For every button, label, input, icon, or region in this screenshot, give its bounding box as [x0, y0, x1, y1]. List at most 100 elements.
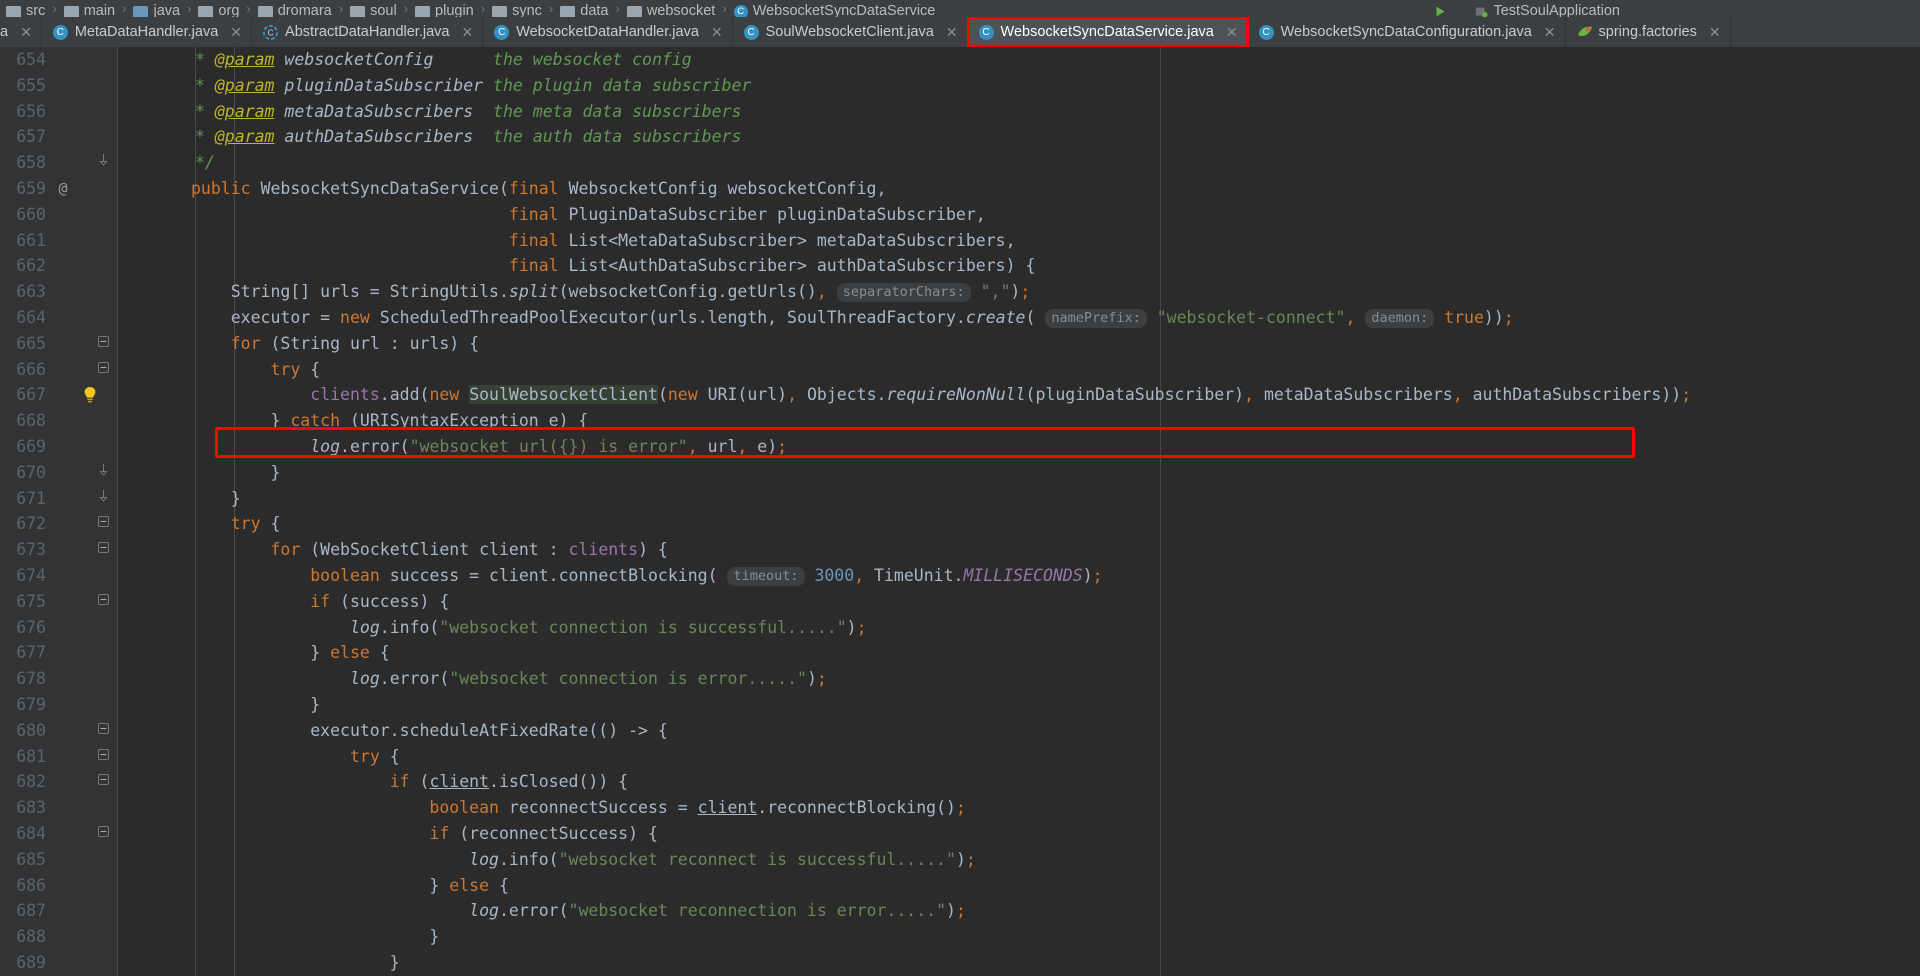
breadcrumb-item-soul[interactable]: soul [350, 1, 397, 17]
code-line-highlighted[interactable]: clients.add(new SoulWebsocketClient(new … [118, 382, 1920, 408]
breadcrumb-item-class[interactable]: C WebsocketSyncDataService [733, 1, 935, 17]
code-line[interactable]: boolean success = client.connectBlocking… [118, 563, 1920, 589]
code-line[interactable]: } [118, 692, 1920, 718]
intention-bulb-icon[interactable] [82, 386, 98, 404]
folder-icon [560, 5, 576, 17]
code-line[interactable]: boolean reconnectSuccess = client.reconn… [118, 795, 1920, 821]
annotation-marker-icon[interactable]: @ [52, 176, 74, 202]
line-number: 655 [16, 75, 46, 95]
breadcrumb-item-org[interactable]: org [198, 1, 239, 17]
breadcrumb[interactable]: src › main › java › org › dromara › soul… [0, 0, 1920, 17]
code-line[interactable]: */ [118, 150, 1920, 176]
code-line[interactable]: try { [118, 357, 1920, 383]
line-number: 677 [16, 643, 46, 663]
fold-collapse-icon[interactable] [96, 769, 110, 795]
code-line[interactable]: executor = new ScheduledThreadPoolExecut… [118, 305, 1920, 331]
code-line[interactable]: } catch (URISyntaxException e) { [118, 408, 1920, 434]
fold-collapse-icon[interactable] [96, 589, 110, 615]
breadcrumb-item-data[interactable]: data [560, 1, 608, 17]
tab-websocketdatahandler[interactable]: C WebsocketDataHandler.java ✕ [483, 17, 733, 47]
code-line[interactable]: log.error("websocket reconnection is err… [118, 898, 1920, 924]
close-icon[interactable]: ✕ [1226, 24, 1238, 41]
line-number: 687 [16, 901, 46, 921]
code-line[interactable]: final List<AuthDataSubscriber> authDataS… [118, 253, 1920, 279]
code-line[interactable]: final List<MetaDataSubscriber> metaDataS… [118, 228, 1920, 254]
tab-spring-factories[interactable]: spring.factories ✕ [1565, 17, 1731, 47]
code-line[interactable]: * @param websocketConfig the websocket c… [118, 47, 1920, 73]
fold-collapse-icon[interactable] [96, 744, 110, 770]
code-line[interactable]: try { [118, 744, 1920, 770]
breadcrumb-item-main[interactable]: main [63, 1, 116, 18]
code-line[interactable]: } [118, 486, 1920, 512]
code-line[interactable]: if (client.isClosed()) { [118, 769, 1920, 795]
editor-tab-bar[interactable]: a ✕ C MetaDataHandler.java ✕ C AbstractD… [0, 17, 1920, 47]
code-line[interactable]: } else { [118, 873, 1920, 899]
breadcrumb-item-src[interactable]: src [6, 1, 45, 17]
folder-icon [6, 5, 21, 17]
code-line[interactable]: if (reconnectSuccess) { [118, 821, 1920, 847]
breadcrumb-item-dromara[interactable]: dromara [257, 1, 332, 17]
fold-collapse-icon[interactable] [96, 511, 110, 537]
code-line[interactable]: log.info("websocket reconnect is success… [118, 847, 1920, 873]
run-icon [1436, 6, 1445, 17]
close-icon[interactable]: ✕ [946, 24, 958, 41]
code-editor[interactable]: 654 655 656 657 658 659 @660 661 662 663 664 665 666… [0, 47, 1920, 976]
fold-collapse-icon[interactable] [96, 537, 110, 563]
breadcrumb-item-websocket[interactable]: websocket [626, 1, 715, 17]
code-line[interactable]: log.info("websocket connection is succes… [118, 615, 1920, 641]
svg-text:C: C [267, 27, 273, 37]
code-line[interactable]: * @param metaDataSubscribers the meta da… [118, 99, 1920, 125]
fold-end-icon[interactable] [96, 150, 110, 176]
close-icon[interactable]: ✕ [230, 24, 242, 41]
breadcrumb-label: soul [370, 2, 397, 18]
close-icon[interactable]: ✕ [1544, 24, 1556, 41]
fold-collapse-icon[interactable] [96, 357, 110, 383]
fold-collapse-icon[interactable] [96, 331, 110, 357]
fold-end-icon[interactable] [96, 486, 110, 512]
code-line[interactable]: log.error("websocket connection is error… [118, 666, 1920, 692]
code-line[interactable]: } [118, 924, 1920, 950]
tab-abstractdatahandler[interactable]: C AbstractDataHandler.java ✕ [252, 17, 484, 47]
code-line[interactable]: String[] urls = StringUtils.split(websoc… [118, 279, 1920, 305]
breadcrumb-item-plugin[interactable]: plugin [415, 1, 474, 17]
tab-websocketsyncdataservice[interactable]: C WebsocketSyncDataService.java ✕ [966, 17, 1249, 47]
breadcrumb-item-sync[interactable]: sync [492, 1, 542, 17]
code-line[interactable]: log.error("websocket url({}) is error", … [118, 434, 1920, 460]
tab-soulwebsocketclient[interactable]: C SoulWebsocketClient.java ✕ [732, 17, 968, 47]
fold-collapse-icon[interactable] [96, 718, 110, 744]
breadcrumb-separator: › [480, 1, 486, 16]
run-configuration-label: TestSoulApplication [1493, 2, 1620, 18]
fold-end-icon[interactable] [96, 460, 110, 486]
code-line[interactable]: } [118, 460, 1920, 486]
close-icon[interactable]: ✕ [711, 24, 723, 41]
code-line[interactable]: public WebsocketSyncDataService(final We… [118, 176, 1920, 202]
code-line[interactable]: for (WebSocketClient client : clients) { [118, 537, 1920, 563]
code-line[interactable]: * @param authDataSubscribers the auth da… [118, 124, 1920, 150]
close-icon[interactable]: ✕ [1709, 24, 1721, 41]
ide-window: src › main › java › org › dromara › soul… [0, 0, 1920, 976]
code-line[interactable]: * @param pluginDataSubscriber the plugin… [118, 73, 1920, 99]
breadcrumb-separator: › [615, 1, 620, 16]
code-content[interactable]: * @param websocketConfig the websocket c… [118, 47, 1920, 976]
run-button[interactable] [1434, 2, 1447, 17]
fold-collapse-icon[interactable] [96, 821, 110, 847]
tab-websocketsyncdataconfiguration[interactable]: C WebsocketSyncDataConfiguration.java ✕ [1247, 17, 1566, 47]
folder-source-icon [133, 5, 149, 17]
close-icon[interactable]: ✕ [461, 24, 473, 41]
inline-hint-timeout: timeout: [727, 566, 805, 586]
breadcrumb-label: main [83, 2, 116, 18]
tab-truncated[interactable]: a ✕ [0, 17, 42, 47]
code-line[interactable]: try { [118, 511, 1920, 537]
tab-label: AbstractDataHandler.java [285, 24, 450, 40]
code-line[interactable]: if (success) { [118, 589, 1920, 615]
tab-metadatahandler[interactable]: C MetaDataHandler.java ✕ [41, 17, 253, 47]
breadcrumb-item-java[interactable]: java [133, 1, 180, 17]
close-icon[interactable]: ✕ [20, 24, 32, 41]
code-line[interactable]: final PluginDataSubscriber pluginDataSub… [118, 202, 1920, 228]
code-line[interactable]: } else { [118, 640, 1920, 666]
folder-icon [350, 5, 366, 17]
run-configuration-selector[interactable]: TestSoulApplication [1475, 1, 1620, 17]
code-line[interactable]: for (String url : urls) { [118, 331, 1920, 357]
code-line[interactable]: } [118, 950, 1920, 976]
code-line[interactable]: executor.scheduleAtFixedRate(() -> { [118, 718, 1920, 744]
